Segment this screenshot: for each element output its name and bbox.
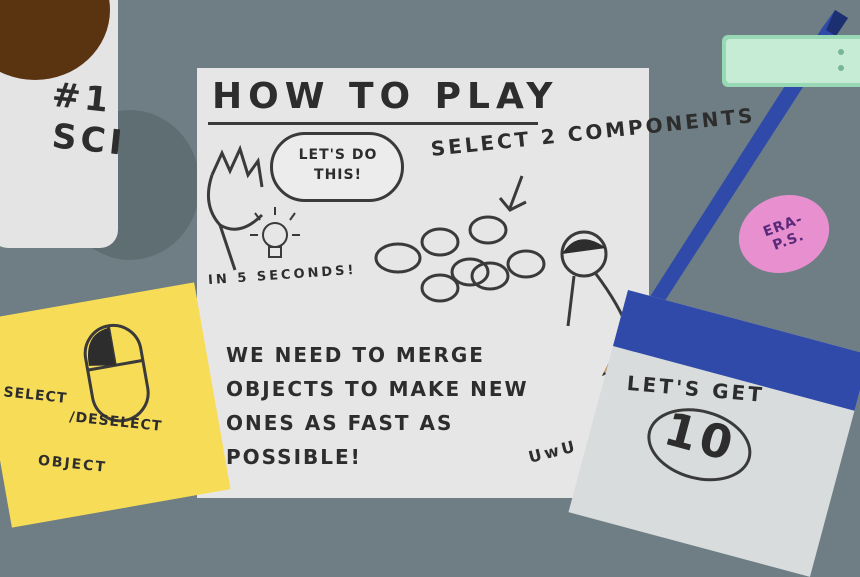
body-text: WE NEED TO MERGE OBJECTS TO MAKE NEW ONE…: [226, 343, 529, 469]
sticky-object: OBJECT: [37, 452, 108, 476]
title-underline: [208, 122, 538, 125]
clock-screen: [726, 39, 860, 83]
sticky-select: SELECT: [2, 384, 68, 407]
sticky-note: SELECT /DESELECT OBJECT: [0, 282, 231, 528]
mug-text-1: #1: [50, 74, 115, 122]
paper-title: HOW TO PLAY: [212, 76, 559, 117]
eraser-text: ERA- P.S.: [761, 211, 807, 254]
arrow-down-icon: [498, 175, 527, 212]
mug-text-2: SCI: [50, 116, 128, 164]
digital-clock: [722, 35, 860, 87]
component-ovals: [374, 215, 546, 303]
clock-dot-bottom: [838, 65, 844, 71]
clock-dot-top: [838, 49, 844, 55]
